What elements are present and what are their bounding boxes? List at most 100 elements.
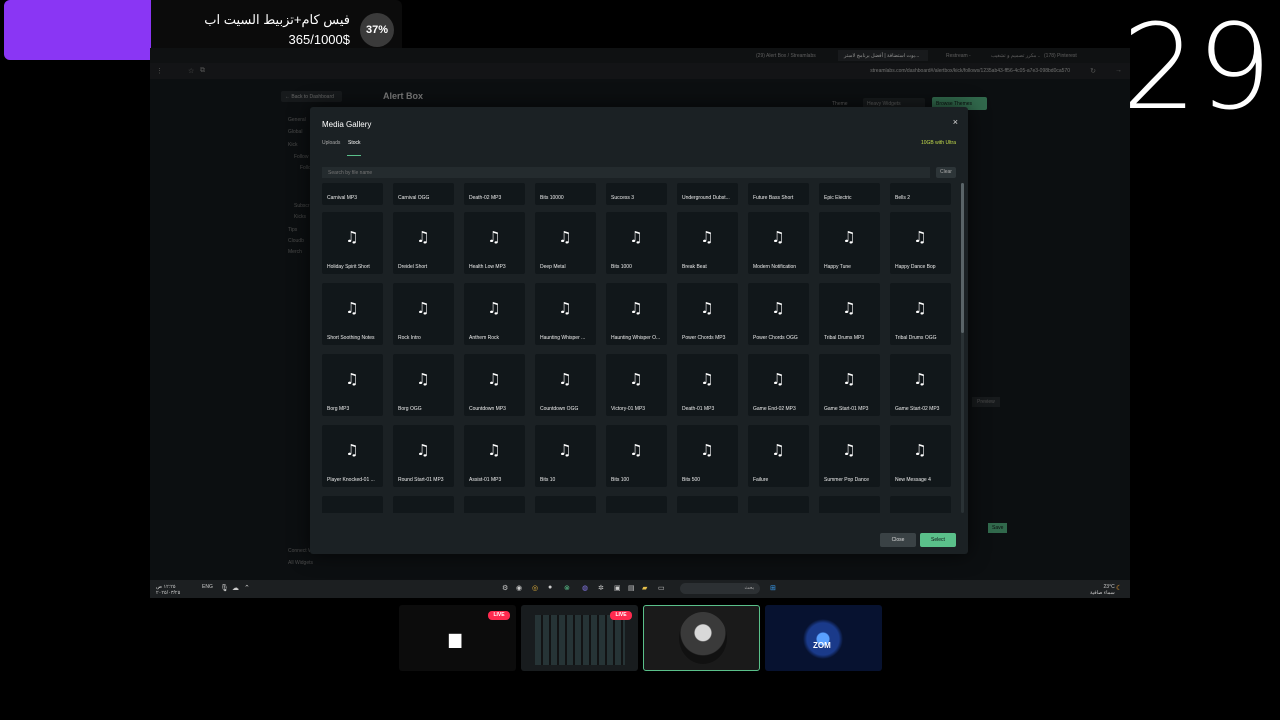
search-input[interactable] (322, 167, 930, 178)
tab-stock[interactable]: Stock (348, 140, 361, 146)
media-item[interactable]: Death-02 MP3 (464, 183, 525, 205)
media-item[interactable] (819, 496, 880, 513)
media-item[interactable]: ♫ Happy Tune (819, 212, 880, 274)
windows-start-icon[interactable]: ⊞ (770, 584, 776, 592)
media-item[interactable]: ♫ Tribal Drums MP3 (819, 283, 880, 345)
folder-icon[interactable]: ▰ (642, 584, 647, 592)
media-item[interactable] (535, 496, 596, 513)
media-item[interactable]: ♫ Rock Intro (393, 283, 454, 345)
media-item[interactable]: ♫ Borg MP3 (322, 354, 383, 416)
media-item[interactable]: ♫ Bits 1000 (606, 212, 667, 274)
media-item[interactable]: Success 3 (606, 183, 667, 205)
media-item[interactable]: Epic Electric (819, 183, 880, 205)
media-item[interactable]: ♫ Game Start-02 MP3 (890, 354, 951, 416)
media-item[interactable] (393, 496, 454, 513)
music-note-icon: ♫ (771, 228, 785, 246)
media-item-name: Happy Tune (824, 264, 851, 270)
media-item[interactable]: Carnival OGG (393, 183, 454, 205)
taskview-icon[interactable]: ▭ (658, 584, 665, 592)
media-item[interactable] (890, 496, 951, 513)
browser-window: (29) Alert Box / Streamlabs بوت استضافة … (150, 48, 1130, 598)
media-item[interactable]: ♫ Deep Metal (535, 212, 596, 274)
media-item[interactable]: ♫ Dreidel Short (393, 212, 454, 274)
media-item[interactable] (322, 496, 383, 513)
language-indicator[interactable]: ENG (202, 584, 213, 590)
xbox-icon[interactable]: ⊗ (564, 584, 570, 592)
mic-icon[interactable]: 🎙 (220, 584, 229, 592)
select-button[interactable]: Select (920, 533, 956, 547)
media-item[interactable]: ♫ Haunting Whisper ... (535, 283, 596, 345)
media-item[interactable]: ♫ Borg OGG (393, 354, 454, 416)
media-item[interactable]: ♫ Round Start-01 MP3 (393, 425, 454, 487)
media-item[interactable]: Future Bass Short (748, 183, 809, 205)
music-note-icon: ♫ (487, 228, 501, 246)
media-item-name: Player Knocked-01 ... (327, 477, 375, 483)
face-cam-thumbnail[interactable] (643, 605, 760, 671)
media-item[interactable]: ♫ Bits 100 (606, 425, 667, 487)
media-item[interactable] (606, 496, 667, 513)
gear-icon[interactable]: ✲ (598, 584, 604, 592)
media-item[interactable]: ♫ Haunting Whisper O... (606, 283, 667, 345)
zom-logo-thumbnail[interactable]: ZOM (765, 605, 882, 671)
ultra-storage-note[interactable]: 10GB with Ultra (921, 140, 956, 146)
media-item[interactable]: ♫ Countdown MP3 (464, 354, 525, 416)
media-item[interactable]: ♫ Countdown OGG (535, 354, 596, 416)
cloud-icon[interactable]: ☁ (232, 584, 239, 592)
media-item[interactable]: ♫ Assist-01 MP3 (464, 425, 525, 487)
media-item[interactable]: ♫ Game Start-01 MP3 (819, 354, 880, 416)
steam-icon[interactable]: ◉ (516, 584, 522, 592)
media-item[interactable]: ♫ Break Beat (677, 212, 738, 274)
terminal-icon[interactable]: ▣ (614, 584, 621, 592)
media-item[interactable] (464, 496, 525, 513)
taskbar-search[interactable]: بحث (680, 583, 760, 594)
media-item[interactable]: ♫ New Message 4 (890, 425, 951, 487)
media-item[interactable] (677, 496, 738, 513)
media-item[interactable]: ♫ Death-01 MP3 (677, 354, 738, 416)
media-item[interactable]: Bits 10000 (535, 183, 596, 205)
media-item[interactable] (748, 496, 809, 513)
media-item-name: Tribal Drums MP3 (824, 335, 865, 341)
media-item[interactable]: ♫ Player Knocked-01 ... (322, 425, 383, 487)
media-item[interactable]: ♫ Short Soothing Notes (322, 283, 383, 345)
media-item[interactable]: Carnival MP3 (322, 183, 383, 205)
store-icon[interactable]: ▤ (628, 584, 635, 592)
media-item[interactable]: ♫ Victory-01 MP3 (606, 354, 667, 416)
media-item[interactable]: ♫ Holiday Spirit Short (322, 212, 383, 274)
media-item[interactable]: ♫ Modern Notification (748, 212, 809, 274)
media-item[interactable]: ♫ Summer Pop Dance (819, 425, 880, 487)
music-note-icon: ♫ (913, 299, 927, 317)
donation-goal-percent: 37% (360, 13, 394, 47)
media-item[interactable]: ♫ Game End-02 MP3 (748, 354, 809, 416)
media-item[interactable]: ♫ Failure (748, 425, 809, 487)
chrome-icon[interactable]: ◎ (532, 584, 538, 592)
media-item[interactable]: ♫ Power Chords OGG (748, 283, 809, 345)
keyboard-cam-thumbnail[interactable]: LIVE (521, 605, 638, 671)
settings-icon[interactable]: ⚙ (502, 584, 508, 592)
chevron-up-icon[interactable]: ⌃ (244, 584, 250, 592)
clear-button[interactable]: Clear (936, 167, 956, 178)
media-item-name: Bits 100 (611, 477, 630, 483)
media-item-name: Future Bass Short (753, 195, 794, 201)
media-item[interactable]: ♫ Bits 500 (677, 425, 738, 487)
media-item[interactable]: ♫ Tribal Drums OGG (890, 283, 951, 345)
music-note-icon: ♫ (345, 228, 359, 246)
weather-widget[interactable]: 23°C سماء صافية (1090, 584, 1115, 596)
media-item[interactable]: ♫ Health Low MP3 (464, 212, 525, 274)
media-item[interactable]: Bells 2 (890, 183, 951, 205)
tab-uploads[interactable]: Uploads (322, 140, 340, 146)
media-item[interactable]: ♫ Power Chords MP3 (677, 283, 738, 345)
media-item[interactable]: ♫ Anthem Rock (464, 283, 525, 345)
discord-icon[interactable]: ◍ (582, 584, 588, 592)
media-item-name: Bits 10 (540, 477, 556, 483)
close-icon[interactable]: × (953, 117, 958, 127)
clock[interactable]: ١٢:٢٥ ص ٢٠٢٥/٠٣/٢٥ (156, 584, 180, 596)
media-item[interactable]: ♫ Bits 10 (535, 425, 596, 487)
media-item-name: Carnival MP3 (327, 195, 358, 201)
obs-icon[interactable]: ● (548, 584, 552, 591)
scrollbar-thumb[interactable] (961, 183, 964, 333)
media-item[interactable]: Underground Dubst... (677, 183, 738, 205)
close-button[interactable]: Close (880, 533, 916, 547)
music-note-icon: ♫ (629, 441, 643, 459)
screen-thumbnail[interactable]: ▆ LIVE (399, 605, 516, 671)
media-item[interactable]: ♫ Happy Dance Bop (890, 212, 951, 274)
